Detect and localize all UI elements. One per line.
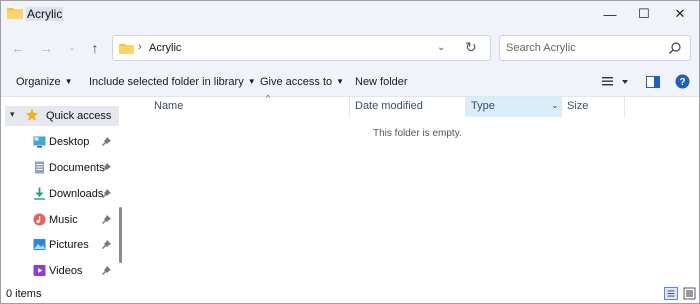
sidebar-item-videos[interactable]: Videos <box>1 260 119 282</box>
title-bar: Acrylic — ☐ ✕ <box>1 1 699 27</box>
pin-icon <box>102 215 111 224</box>
music-icon <box>33 213 46 226</box>
include-in-library-button[interactable]: Include selected folder in library ▼ <box>89 76 256 88</box>
maximize-button[interactable]: ☐ <box>627 1 661 27</box>
give-access-label: Give access to <box>260 76 333 88</box>
up-button[interactable]: ↑ <box>86 40 104 56</box>
navigation-scrollbar[interactable] <box>119 207 122 263</box>
file-list: ^ Name Date modified Type ⌄ Size This fo… <box>127 93 699 285</box>
pictures-icon <box>33 239 46 250</box>
address-bar[interactable]: › Acrylic ⌄ ↻ <box>112 35 491 61</box>
column-header-size[interactable]: Size <box>561 97 625 117</box>
pin-icon <box>102 240 111 249</box>
sidebar-item-label: Videos <box>49 265 83 277</box>
back-button[interactable]: ← <box>9 40 27 56</box>
chevron-down-icon: ▼ <box>336 77 345 86</box>
sidebar-item-desktop[interactable]: Desktop <box>1 131 119 153</box>
documents-icon <box>35 161 44 174</box>
navigation-pane: ▾ Quick access Desktop Documents Downloa… <box>1 97 127 285</box>
sidebar-item-downloads[interactable]: Downloads <box>1 183 119 205</box>
column-label: Type <box>471 100 495 112</box>
svg-text:?: ? <box>679 77 685 88</box>
chevron-down-icon: ▼ <box>64 77 73 86</box>
sidebar-item-pictures[interactable]: Pictures <box>1 234 119 256</box>
status-bar: 0 items <box>1 285 699 303</box>
sort-ascending-icon: ^ <box>266 93 271 103</box>
address-row: ← → ⌄ ↑ › Acrylic ⌄ ↻ Search Acrylic <box>1 27 699 67</box>
address-history-button[interactable]: ⌄ <box>437 42 445 53</box>
close-button[interactable]: ✕ <box>663 1 697 27</box>
sidebar-item-label: Downloads <box>49 188 104 200</box>
window-title: Acrylic <box>26 7 64 21</box>
include-label: Include selected folder in library <box>89 76 244 88</box>
column-header-name[interactable]: ^ Name <box>149 93 349 117</box>
refresh-button[interactable]: ↻ <box>465 39 477 56</box>
organize-label: Organize <box>16 76 61 88</box>
downloads-icon <box>34 187 45 200</box>
pin-icon <box>102 189 111 198</box>
sidebar-item-music[interactable]: Music <box>1 209 119 231</box>
sidebar-item-label: Quick access <box>46 110 112 122</box>
search-placeholder: Search Acrylic <box>506 42 576 54</box>
new-folder-button[interactable]: New folder <box>355 76 408 88</box>
sidebar-item-label: Documents <box>49 162 105 174</box>
chevron-down-icon[interactable]: ⌄ <box>551 100 559 111</box>
command-bar: Organize ▼ Include selected folder in lib… <box>1 67 699 97</box>
chevron-down-icon: ▼ <box>247 77 256 86</box>
maximize-icon: ☐ <box>638 6 650 21</box>
videos-icon <box>33 265 46 276</box>
folder-icon <box>7 8 23 19</box>
sidebar-item-documents[interactable]: Documents <box>1 157 119 179</box>
minimize-button[interactable]: — <box>593 1 627 27</box>
help-icon[interactable]: ? <box>675 74 690 89</box>
pin-icon <box>102 266 111 275</box>
empty-folder-message: This folder is empty. <box>373 128 462 139</box>
sidebar-item-quick-access[interactable]: ▾ Quick access <box>5 106 119 126</box>
desktop-icon <box>33 136 46 148</box>
give-access-button[interactable]: Give access to ▼ <box>260 76 344 88</box>
forward-button[interactable]: → <box>37 40 55 56</box>
pin-icon <box>102 137 111 146</box>
folder-icon <box>119 43 134 54</box>
sidebar-item-label: Desktop <box>49 136 90 148</box>
preview-pane-icon[interactable] <box>646 76 660 88</box>
breadcrumb-acrylic[interactable]: Acrylic <box>149 42 181 54</box>
search-icon <box>669 42 681 54</box>
column-header-type[interactable]: Type ⌄ <box>465 97 561 117</box>
recent-locations-button[interactable]: ⌄ <box>63 40 81 56</box>
details-view-icon[interactable] <box>664 287 678 300</box>
explorer-window: Acrylic — ☐ ✕ ← → ⌄ ↑ › Acrylic ⌄ ↻ Sear… <box>0 0 700 304</box>
breadcrumb-separator: › <box>138 41 142 53</box>
sidebar-item-label: Music <box>49 214 78 226</box>
column-label: Name <box>154 100 184 112</box>
star-icon <box>25 108 39 121</box>
sidebar-item-label: Pictures <box>49 239 89 251</box>
minimize-icon: — <box>603 6 617 22</box>
chevron-down-icon[interactable]: ▾ <box>10 109 15 120</box>
item-count: 0 items <box>6 288 42 300</box>
large-icons-view-icon[interactable] <box>683 287 696 300</box>
pin-icon <box>102 163 111 172</box>
column-label: Date modified <box>355 100 423 112</box>
change-view-icon[interactable] <box>602 75 632 89</box>
organize-button[interactable]: Organize ▼ <box>16 76 73 88</box>
close-icon: ✕ <box>674 6 686 21</box>
column-header-date-modified[interactable]: Date modified <box>349 97 465 117</box>
search-input[interactable]: Search Acrylic <box>499 35 691 61</box>
column-label: Size <box>567 100 589 112</box>
